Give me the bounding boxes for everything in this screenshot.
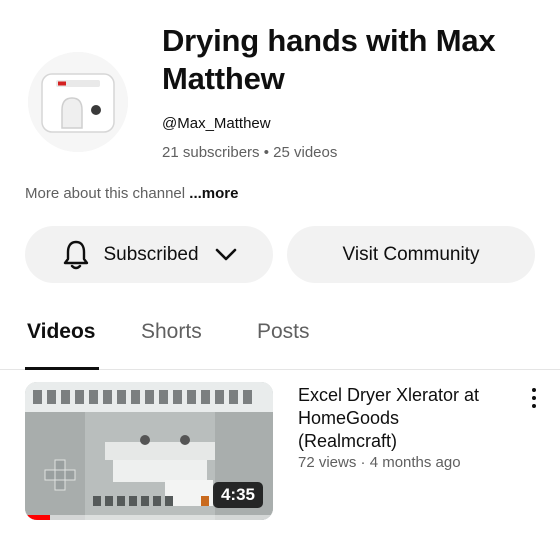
watch-progress-bar <box>25 515 273 520</box>
channel-stats: 21 subscribers • 25 videos <box>162 144 338 161</box>
about-channel-link[interactable]: More about this channel ...more <box>25 185 238 202</box>
tab-posts[interactable]: Posts <box>257 320 310 344</box>
more-options-icon[interactable] <box>526 386 542 410</box>
hand-dryer-icon <box>28 52 128 152</box>
visit-community-label: Visit Community <box>342 243 480 265</box>
chevron-down-icon <box>215 248 236 260</box>
video-thumbnail[interactable]: 4:35 <box>25 382 273 520</box>
channel-handle: @Max_Matthew <box>162 115 271 132</box>
about-more-link[interactable]: ...more <box>189 185 238 202</box>
channel-header: Drying hands with Max Matthew @Max_Matth… <box>0 0 560 180</box>
subscribed-button[interactable]: Subscribed <box>25 226 273 283</box>
subscribed-label: Subscribed <box>103 243 199 265</box>
video-duration: 4:35 <box>212 482 263 508</box>
bell-icon <box>64 240 89 269</box>
watch-progress-fill <box>25 515 50 520</box>
video-title[interactable]: Excel Dryer Xlerator at HomeGoods (Realm… <box>298 384 503 453</box>
channel-avatar[interactable] <box>28 52 128 152</box>
about-text: More about this channel <box>25 185 190 202</box>
active-tab-indicator <box>25 367 99 370</box>
visit-community-button[interactable]: Visit Community <box>287 226 535 283</box>
channel-tabs: Videos Shorts Posts <box>0 304 560 370</box>
channel-title: Drying hands with Max Matthew <box>162 23 496 96</box>
video-meta: 72 views · 4 months ago <box>298 454 461 471</box>
tab-videos[interactable]: Videos <box>27 320 95 344</box>
video-list-item[interactable]: 4:35 Excel Dryer Xlerator at HomeGoods (… <box>0 382 560 522</box>
tab-shorts[interactable]: Shorts <box>141 320 202 344</box>
